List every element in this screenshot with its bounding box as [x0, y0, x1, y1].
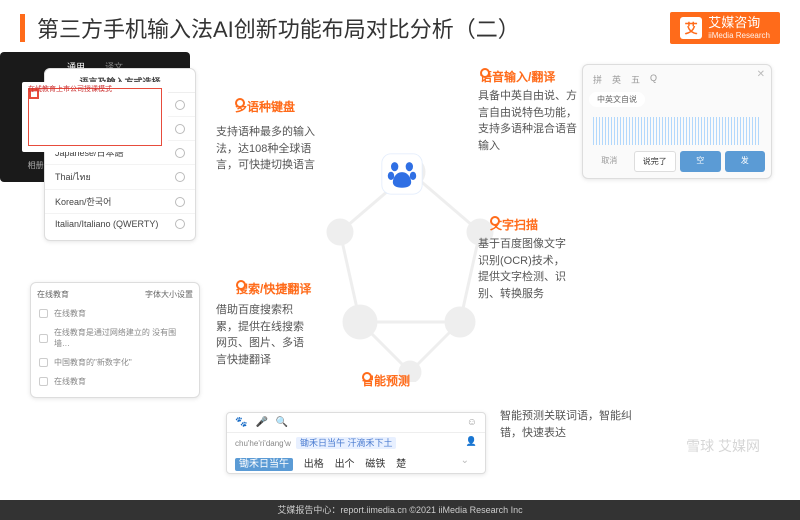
mode-tab[interactable]: Q	[650, 73, 657, 86]
cancel-button[interactable]: 取消	[589, 151, 630, 172]
radio-icon[interactable]	[175, 124, 185, 134]
candidate[interactable]: 楚	[396, 459, 406, 470]
action-button[interactable]: 空	[680, 151, 721, 172]
list-item[interactable]: 在线教育	[37, 304, 193, 323]
watermark: 雪球 艾媒网	[686, 436, 760, 456]
candidate[interactable]: 磁铁	[365, 459, 385, 470]
action-button[interactable]: 发	[725, 151, 766, 172]
brand-logo: 艾 艾媒咨询 iiMedia Research	[670, 12, 780, 43]
baidu-logo-icon	[380, 152, 424, 196]
feature-voice: 语音输入/翻译	[480, 68, 555, 85]
close-icon[interactable]: ✕	[757, 69, 765, 80]
list-item[interactable]: 中国教育的"新数字化"	[37, 353, 193, 372]
candidate[interactable]: 出个	[335, 459, 355, 470]
desc-search: 借助百度搜索积累，提供在线搜索网页、图片、多语言快捷翻译	[216, 302, 312, 368]
candidate-row: 锄禾日当午 出格 出个 磁铁 楚 ⌄	[227, 452, 485, 473]
checkbox-icon[interactable]	[39, 358, 48, 367]
search-settings-panel: 在线教育字体大小设置 在线教育 在线教育是通过网络建立的 没有围墙… 中国教育的…	[30, 282, 200, 398]
feature-multilang: 多语种键盘	[235, 98, 295, 115]
pinyin-input: chu'he'ri'dang'w	[235, 439, 291, 448]
candidate[interactable]: 出格	[304, 459, 324, 470]
feature-ocr: 文字扫描	[490, 216, 538, 233]
voice-mode-pill[interactable]: 中英文自说	[589, 92, 645, 107]
chevron-down-icon[interactable]: ⌄	[461, 455, 469, 466]
mode-tab[interactable]: 五	[631, 73, 640, 86]
feature-predict: 智能预测	[362, 372, 410, 389]
list-item[interactable]: 在线教育	[37, 372, 193, 391]
done-button[interactable]: 说完了	[634, 151, 677, 172]
mode-tab[interactable]: 拼	[593, 73, 602, 86]
radio-icon[interactable]	[175, 148, 185, 158]
waveform-icon	[593, 117, 761, 145]
footer: 艾媒报告中心：report.iimedia.cn ©2021 iiMedia R…	[0, 500, 800, 520]
mic-icon[interactable]: 🎤	[255, 417, 267, 428]
user-icon[interactable]: 👤	[466, 436, 477, 447]
search-icon[interactable]: 🔍	[276, 417, 288, 428]
radio-icon[interactable]	[175, 197, 185, 207]
list-item[interactable]: 在线教育是通过网络建立的 没有围墙…	[37, 323, 193, 353]
prediction-hint[interactable]: 锄禾日当午 汗滴禾下土	[296, 437, 397, 449]
accent-bar	[20, 14, 25, 42]
lang-row[interactable]: Italian/Italiano (QWERTY)	[45, 214, 195, 234]
desc-predict: 智能预测关联词语，智能纠错，快速表达	[500, 408, 650, 441]
checkbox-icon[interactable]	[39, 334, 48, 343]
ime-candidate-panel: 🐾 🎤 🔍 ☺ chu'he'ri'dang'w 锄禾日当午 汗滴禾下土 👤 锄…	[226, 412, 486, 474]
page-title: 第三方手机输入法AI创新功能布局对比分析（二）	[37, 12, 670, 44]
baidu-mini-icon: 🐾	[235, 417, 247, 428]
brand-icon: 艾	[680, 17, 702, 39]
album-button[interactable]: 相册	[28, 160, 44, 171]
mode-tab[interactable]: 英	[612, 73, 621, 86]
candidate[interactable]: 锄禾日当午	[235, 458, 293, 471]
radio-icon[interactable]	[175, 100, 185, 110]
checkbox-icon[interactable]	[39, 309, 48, 318]
radio-icon[interactable]	[175, 219, 185, 229]
lang-row[interactable]: Korean/한국어	[45, 190, 195, 214]
radio-icon[interactable]	[175, 172, 185, 182]
desc-ocr: 基于百度图像文字识别(OCR)技术，提供文字检测、识别、转换服务	[478, 236, 570, 302]
desc-multilang: 支持语种最多的输入法，达108种全球语言，可快捷切换语言	[216, 124, 316, 174]
scan-frame: 在线教育上市公司授课模式	[22, 82, 168, 152]
checkbox-icon[interactable]	[39, 377, 48, 386]
lang-row[interactable]: Thai/ไทย	[45, 165, 195, 190]
desc-voice: 具备中英自由说、方言自由说特色功能，支持多语种混合语音输入	[478, 88, 578, 154]
voice-input-panel: ✕ 拼 英 五 Q 中英文自说 取消 说完了 空 发	[582, 64, 772, 179]
feature-search: 搜索/快捷翻译	[236, 280, 311, 297]
emoji-icon[interactable]: ☺	[467, 417, 477, 428]
